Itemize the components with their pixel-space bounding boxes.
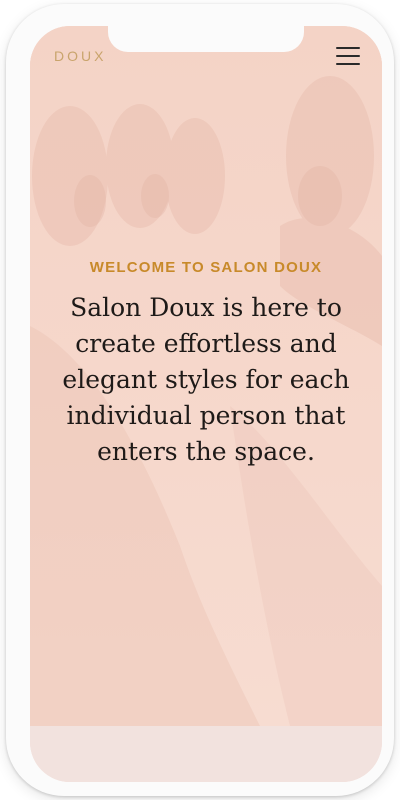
phone-screen: WELCOME TO SALON DOUX Salon Doux is here… xyxy=(30,26,382,782)
section-divider-strip xyxy=(30,726,382,782)
hamburger-menu-icon-bar xyxy=(336,63,360,65)
hamburger-menu-icon-bar xyxy=(336,55,360,57)
hamburger-menu-icon xyxy=(336,47,360,49)
phone-frame: WELCOME TO SALON DOUX Salon Doux is here… xyxy=(6,4,394,796)
menu-button[interactable] xyxy=(336,47,360,65)
device-notch xyxy=(108,26,304,52)
hero-headline: Salon Doux is here to create effortless … xyxy=(62,293,350,466)
hero-section: WELCOME TO SALON DOUX Salon Doux is here… xyxy=(30,26,382,726)
brand-logo[interactable]: DOUX xyxy=(54,48,106,64)
hero-eyebrow: WELCOME TO SALON DOUX xyxy=(89,259,323,276)
